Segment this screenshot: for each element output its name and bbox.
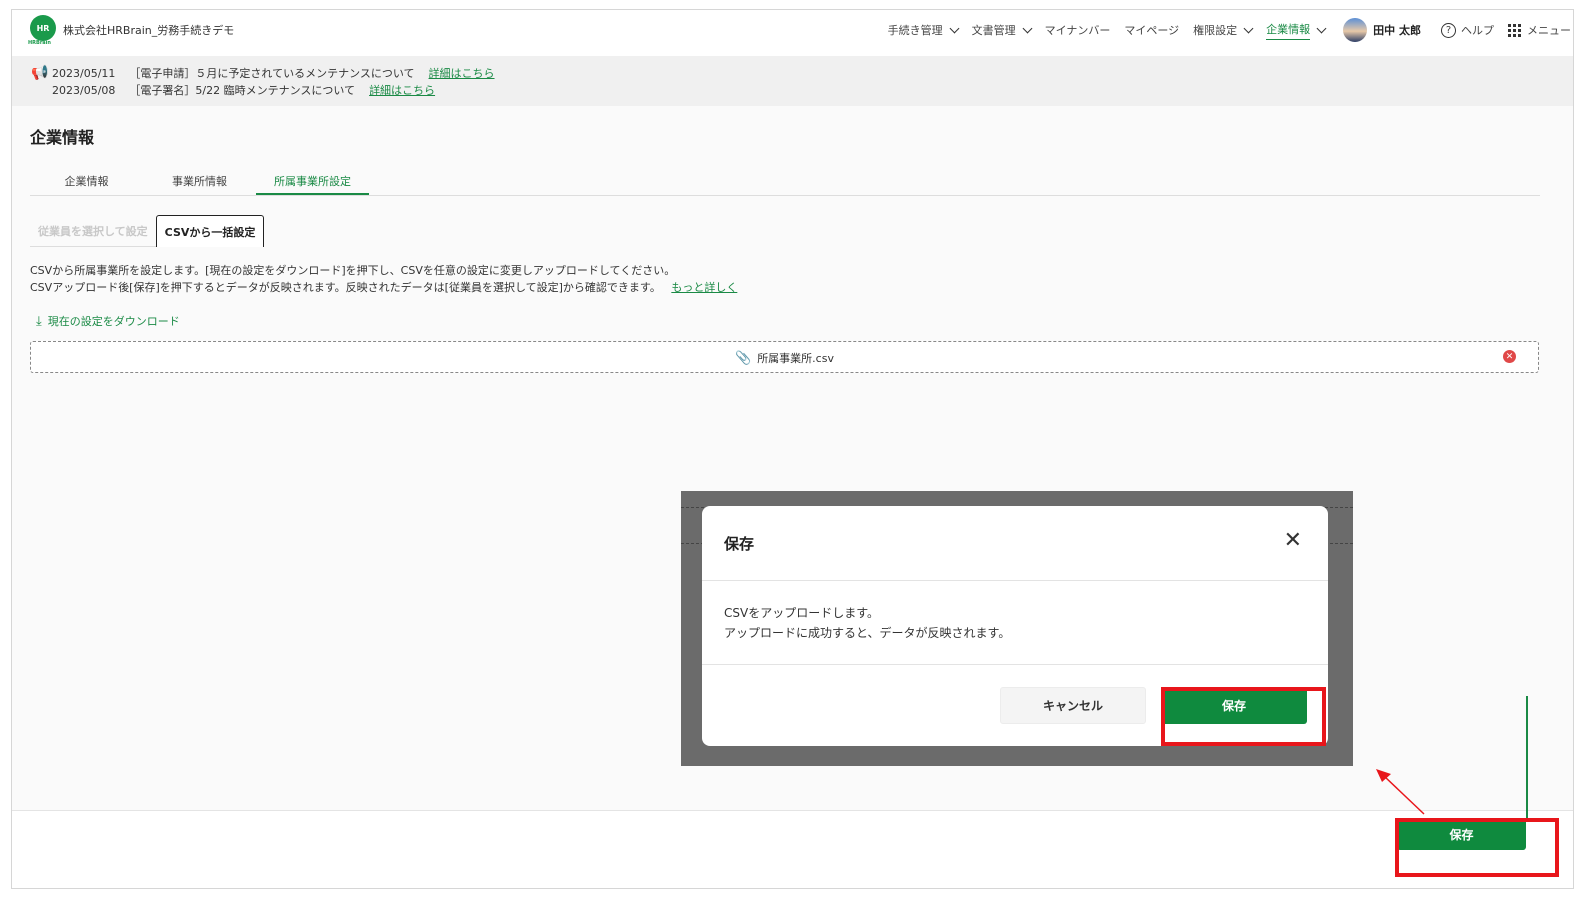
annotation-arrow bbox=[1376, 769, 1425, 815]
